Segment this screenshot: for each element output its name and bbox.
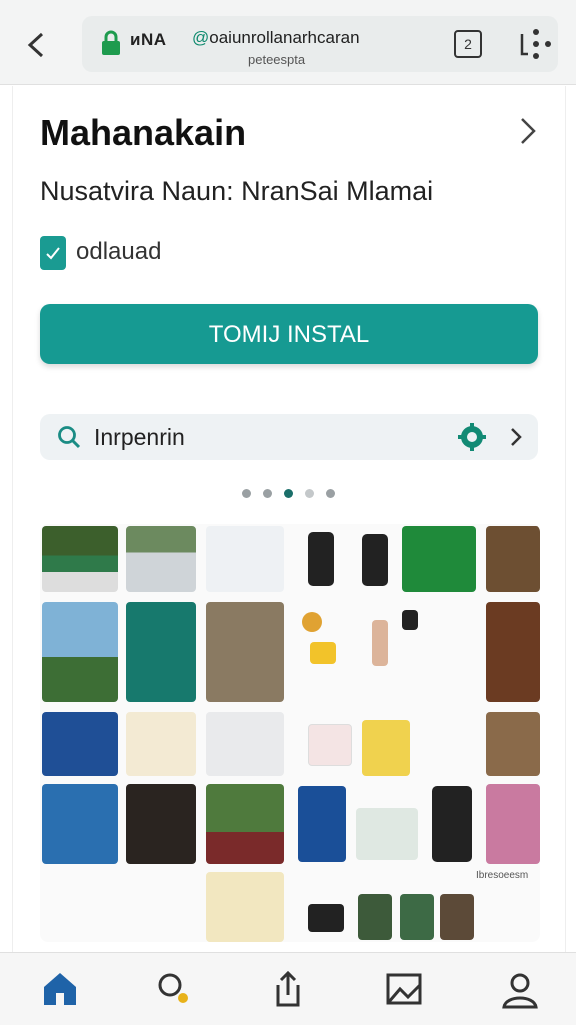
gallery-image[interactable] — [486, 526, 540, 592]
gallery-image[interactable] — [358, 894, 392, 940]
screenshot-gallery[interactable]: Ibresoeesm — [40, 524, 540, 942]
url-text: @oaiunrollanarhcaran — [192, 28, 360, 48]
phone-image[interactable] — [308, 532, 334, 586]
gallery-image[interactable] — [362, 720, 410, 776]
gallery-image[interactable] — [372, 620, 388, 666]
gallery-image[interactable] — [302, 612, 322, 632]
gallery-image[interactable] — [126, 526, 196, 592]
gallery-image[interactable] — [356, 808, 418, 860]
phone-image[interactable] — [362, 534, 388, 586]
gallery-image[interactable] — [126, 784, 196, 864]
carousel-dot[interactable] — [326, 489, 335, 498]
gallery-image[interactable] — [206, 712, 284, 776]
gallery-image[interactable] — [486, 602, 540, 702]
url-prefix: @ — [192, 28, 210, 47]
gallery-image[interactable] — [308, 724, 352, 766]
profile-icon[interactable] — [496, 965, 544, 1013]
library-icon[interactable] — [380, 965, 428, 1013]
gallery-image[interactable] — [126, 602, 196, 702]
carousel-dot[interactable] — [305, 489, 314, 498]
browser-toolbar: иNA @oaiunrollanarhcaran peteespta 2 — [0, 0, 576, 85]
gallery-image[interactable] — [206, 526, 284, 592]
bottom-navigation — [0, 952, 576, 1025]
gallery-image[interactable] — [206, 602, 284, 702]
lock-icon — [102, 30, 120, 55]
carousel-dot-active[interactable] — [284, 489, 293, 498]
gear-icon[interactable] — [458, 423, 486, 451]
gallery-image[interactable] — [402, 610, 418, 630]
share-icon[interactable] — [264, 965, 312, 1013]
carousel-dot[interactable] — [242, 489, 251, 498]
phone-image[interactable] — [432, 786, 472, 862]
arrow-right-icon[interactable] — [508, 426, 524, 448]
gallery-caption: Ibresoeesm — [476, 870, 529, 881]
check-icon — [46, 247, 60, 260]
url-main: oaiunrollanarhcaran — [209, 28, 360, 47]
search-text: Inrpenrin — [94, 424, 185, 450]
install-button[interactable]: TOMIJ INSTAL — [40, 304, 538, 364]
address-bar[interactable]: иNA @oaiunrollanarhcaran peteespta 2 — [82, 16, 558, 72]
carousel-dot[interactable] — [263, 489, 272, 498]
home-icon[interactable] — [36, 965, 84, 1013]
search-icon[interactable] — [150, 965, 198, 1013]
tab-switcher-button[interactable]: 2 — [454, 30, 482, 58]
search-icon — [58, 426, 81, 449]
site-label: иNA — [130, 30, 167, 49]
gallery-image[interactable] — [486, 784, 540, 864]
gallery-image[interactable] — [42, 712, 118, 776]
back-arrow-icon[interactable] — [22, 28, 52, 62]
app-subtitle: Nusatvira Naun: NranSai Mlamai — [40, 176, 434, 206]
more-menu-icon[interactable] — [518, 28, 552, 60]
gallery-image[interactable] — [206, 872, 284, 942]
gallery-image[interactable] — [126, 712, 196, 776]
gallery-image[interactable] — [400, 894, 434, 940]
checkbox[interactable] — [40, 236, 66, 270]
gallery-image[interactable] — [42, 784, 118, 864]
carousel-indicator — [242, 488, 338, 500]
phone-image[interactable] — [298, 786, 346, 862]
gallery-image[interactable] — [440, 894, 474, 940]
url-subtext: peteespta — [248, 52, 306, 67]
gallery-image[interactable] — [42, 526, 118, 592]
checkbox-label: odlauad — [76, 238, 162, 265]
gallery-image[interactable] — [206, 784, 284, 864]
gallery-image[interactable] — [402, 526, 476, 592]
search-bar[interactable]: Inrpenrin — [40, 414, 538, 460]
warning-image[interactable] — [310, 642, 336, 664]
chevron-right-icon[interactable] — [514, 116, 542, 146]
gallery-image[interactable] — [42, 602, 118, 702]
gallery-image[interactable] — [486, 712, 540, 776]
gallery-image[interactable] — [308, 904, 344, 932]
app-title: Mahanakain — [40, 112, 247, 153]
